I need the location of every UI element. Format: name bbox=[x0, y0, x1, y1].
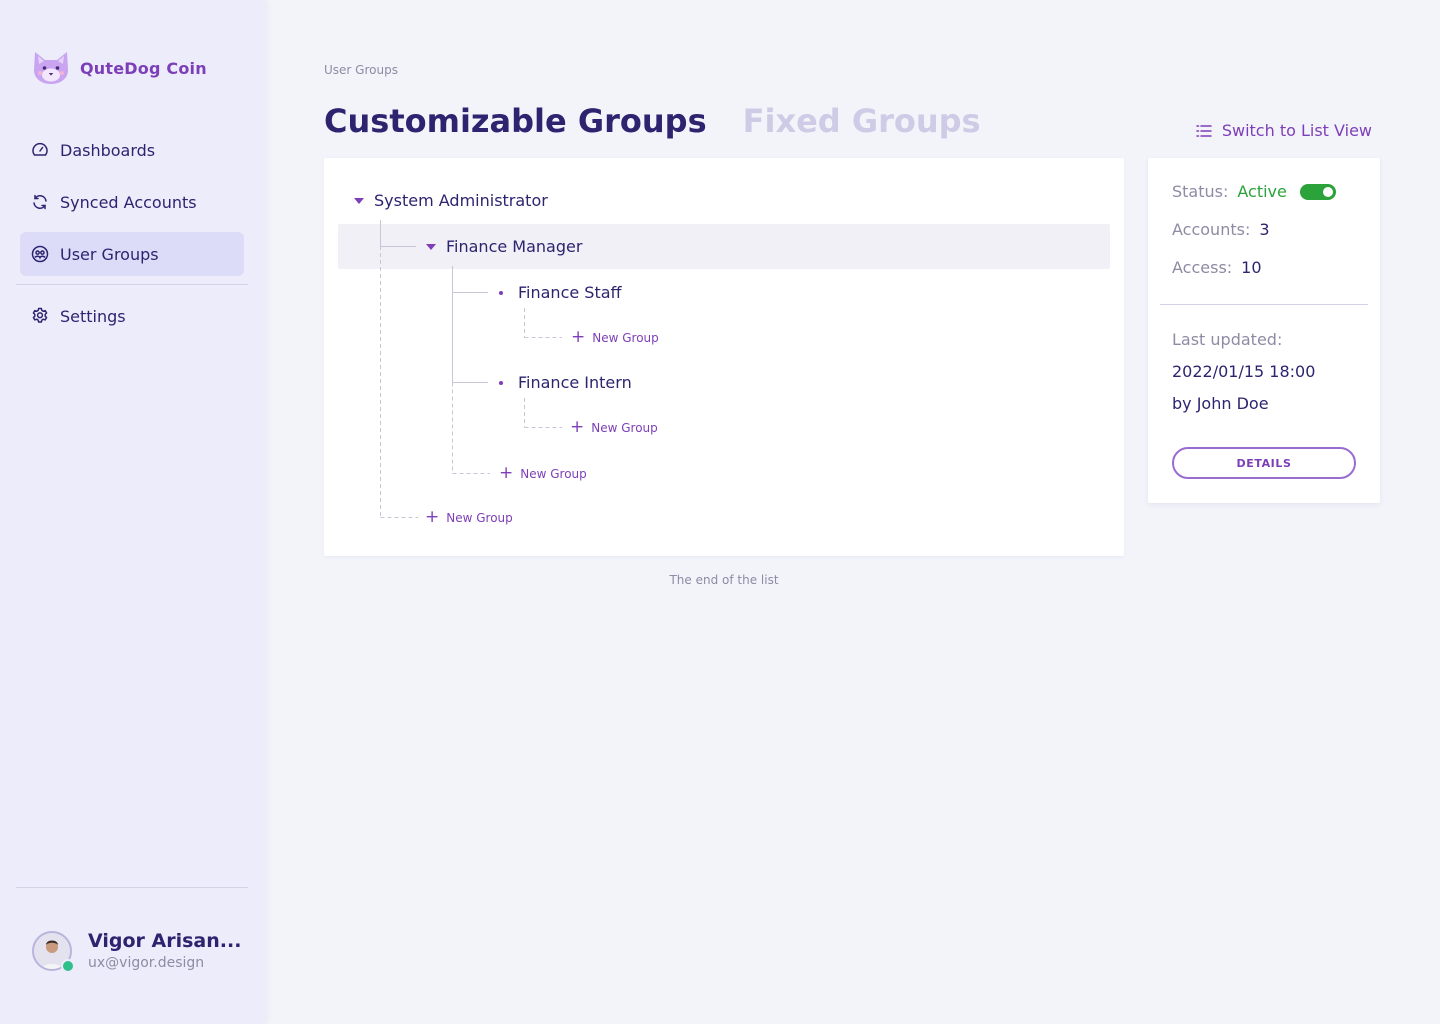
sidebar-item-dashboards[interactable]: Dashboards bbox=[20, 128, 244, 172]
caret-down-icon[interactable] bbox=[426, 243, 436, 250]
tree-node-finance-staff[interactable]: Finance Staff bbox=[499, 283, 622, 302]
plus-icon: + bbox=[571, 327, 586, 347]
list-icon bbox=[1196, 124, 1212, 137]
end-of-list-text: The end of the list bbox=[669, 573, 779, 587]
user-divider bbox=[16, 887, 248, 888]
tree-node-label: Finance Staff bbox=[518, 283, 622, 302]
tree-node-label: System Administrator bbox=[374, 191, 548, 210]
sidebar-item-label: User Groups bbox=[60, 244, 159, 264]
group-tree-card: System Administrator Finance Manager Fin… bbox=[324, 158, 1124, 556]
status-toggle[interactable] bbox=[1299, 183, 1336, 200]
brand[interactable]: QuteDog Coin bbox=[32, 50, 207, 86]
sidebar-item-synced-accounts[interactable]: Synced Accounts bbox=[20, 180, 244, 224]
breadcrumb[interactable]: User Groups bbox=[324, 63, 398, 77]
new-group-label: New Group bbox=[446, 510, 513, 525]
gear-icon bbox=[32, 307, 48, 323]
gauge-icon bbox=[32, 142, 48, 156]
bullet-icon bbox=[499, 380, 503, 385]
accounts-row: Accounts: 3 bbox=[1172, 220, 1270, 239]
new-group-button-staff[interactable]: + New Group bbox=[571, 329, 659, 346]
tab-customizable-groups[interactable]: Customizable Groups bbox=[324, 102, 707, 140]
new-group-button-root[interactable]: + New Group bbox=[425, 509, 513, 526]
plus-icon: + bbox=[499, 463, 514, 483]
sidebar-item-settings[interactable]: Settings bbox=[20, 294, 244, 338]
accounts-value: 3 bbox=[1259, 220, 1270, 239]
sidebar: QuteDog Coin Dashboards Synced Accounts bbox=[0, 0, 264, 1024]
last-updated-by: by John Doe bbox=[1172, 394, 1269, 413]
tree-node-system-administrator[interactable]: System Administrator bbox=[354, 191, 548, 210]
group-details-card: Status: Active Accounts: 3 Access: 10 La… bbox=[1148, 158, 1380, 503]
nav-divider bbox=[16, 284, 248, 285]
new-group-button-intern[interactable]: + New Group bbox=[570, 419, 658, 436]
info-divider bbox=[1160, 304, 1368, 305]
new-group-label: New Group bbox=[591, 420, 658, 435]
sidebar-item-user-groups[interactable]: User Groups bbox=[20, 232, 244, 276]
plus-icon: + bbox=[425, 507, 440, 527]
group-tabs: Customizable Groups Fixed Groups bbox=[324, 102, 981, 140]
tree-node-label: Finance Manager bbox=[446, 237, 583, 256]
user-email: ux@vigor.design bbox=[88, 955, 205, 971]
sidebar-item-label: Dashboards bbox=[60, 140, 156, 160]
access-row: Access: 10 bbox=[1172, 258, 1262, 277]
caret-down-icon[interactable] bbox=[354, 197, 364, 204]
access-key: Access: bbox=[1172, 258, 1233, 277]
new-group-button-manager[interactable]: + New Group bbox=[499, 465, 587, 482]
switch-to-list-view-button[interactable]: Switch to List View bbox=[1195, 121, 1372, 140]
details-button[interactable]: DETAILS bbox=[1172, 447, 1356, 479]
access-value: 10 bbox=[1241, 258, 1262, 277]
new-group-label: New Group bbox=[520, 466, 587, 481]
accounts-key: Accounts: bbox=[1172, 220, 1251, 239]
sidebar-nav: Dashboards Synced Accounts User Groups S… bbox=[16, 128, 248, 346]
dog-logo-icon bbox=[34, 52, 68, 84]
new-group-label: New Group bbox=[592, 330, 659, 345]
bullet-icon bbox=[499, 290, 503, 295]
online-status-dot bbox=[61, 958, 75, 973]
user-profile[interactable]: Vigor Arisan... ux@vigor.design bbox=[32, 930, 241, 973]
tab-fixed-groups[interactable]: Fixed Groups bbox=[743, 102, 981, 140]
status-row: Status: Active bbox=[1172, 182, 1336, 201]
user-info: Vigor Arisan... ux@vigor.design bbox=[88, 930, 241, 971]
tree-node-finance-manager[interactable]: Finance Manager bbox=[426, 237, 582, 256]
user-groups-icon bbox=[31, 245, 49, 263]
tree-node-finance-intern[interactable]: Finance Intern bbox=[499, 373, 632, 392]
plus-icon: + bbox=[570, 417, 585, 437]
status-key: Status: bbox=[1172, 182, 1229, 201]
brand-name: QuteDog Coin bbox=[80, 58, 207, 78]
switch-view-label: Switch to List View bbox=[1221, 121, 1372, 140]
avatar[interactable] bbox=[32, 930, 75, 973]
sync-icon bbox=[33, 194, 47, 210]
last-updated-date: 2022/01/15 18:00 bbox=[1172, 362, 1316, 381]
status-value: Active bbox=[1237, 182, 1287, 201]
sidebar-item-label: Synced Accounts bbox=[60, 192, 197, 212]
tree-node-label: Finance Intern bbox=[518, 373, 632, 392]
user-name: Vigor Arisan... bbox=[88, 930, 242, 952]
tree-connector-lines bbox=[380, 220, 562, 518]
last-updated-label: Last updated: bbox=[1172, 330, 1283, 349]
sidebar-item-label: Settings bbox=[60, 306, 126, 326]
